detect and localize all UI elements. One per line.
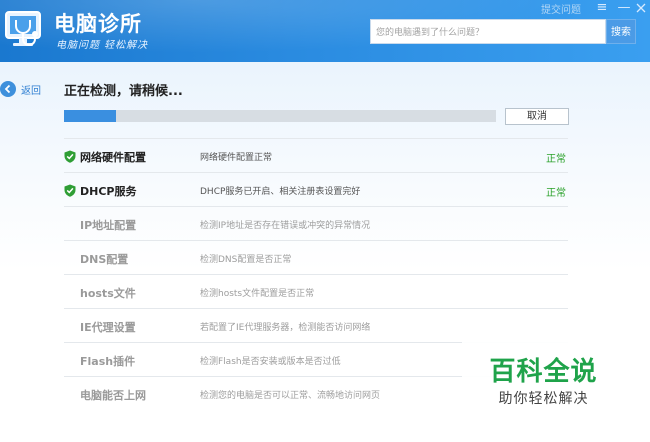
feedback-link[interactable]: 提交问题 bbox=[541, 1, 581, 16]
check-item-description: 检测DNS配置是否正常 bbox=[200, 255, 292, 265]
scan-progress-fill bbox=[64, 110, 116, 122]
back-arrow-icon bbox=[0, 81, 16, 97]
check-item-description: DHCP服务已开启、相关注册表设置完好 bbox=[200, 187, 361, 197]
menu-icon[interactable]: ≡ bbox=[595, 0, 609, 15]
check-item-description: 检测hosts文件配置是否正常 bbox=[200, 289, 315, 299]
check-item-name: 网络硬件配置 bbox=[80, 151, 146, 164]
check-item-description: 检测您的电脑是否可以正常、流畅地访问网页 bbox=[200, 391, 381, 401]
check-item-status: 正常 bbox=[546, 154, 566, 165]
search-button[interactable]: 搜索 bbox=[606, 19, 636, 44]
check-item-status: 正常 bbox=[546, 188, 566, 199]
app-subtitle: 电脑问题 轻松解决 bbox=[56, 40, 149, 51]
cancel-button[interactable]: 取消 bbox=[505, 108, 569, 125]
back-label: 返回 bbox=[21, 85, 41, 97]
scan-progress-bar bbox=[64, 110, 496, 122]
check-item-description: 检测IP地址是否存在错误或冲突的异常情况 bbox=[200, 221, 371, 231]
check-item-row: IP地址配置 检测IP地址是否存在错误或冲突的异常情况 bbox=[64, 206, 568, 240]
check-item-name: DNS配置 bbox=[80, 253, 129, 266]
search-input[interactable] bbox=[371, 21, 605, 45]
watermark-title: 百科全说 bbox=[489, 357, 598, 387]
watermark-subtitle: 助你轻松解决 bbox=[498, 391, 589, 407]
check-item-description: 检测Flash是否安装或版本是否过低 bbox=[200, 357, 341, 367]
title-bar: 电脑诊所 电脑问题 轻松解决 提交问题 ≡ — 搜索 bbox=[0, 0, 650, 62]
check-item-row: hosts文件 检测hosts文件配置是否正常 bbox=[64, 274, 568, 308]
shield-check-icon bbox=[64, 150, 76, 163]
check-item-name: hosts文件 bbox=[80, 287, 136, 300]
search-box bbox=[370, 19, 606, 45]
check-item-row: DHCP服务 DHCP服务已开启、相关注册表设置完好 正常 bbox=[64, 172, 568, 206]
check-item-name: IP地址配置 bbox=[80, 219, 137, 232]
app-title: 电脑诊所 bbox=[54, 12, 142, 36]
check-item-description: 网络硬件配置正常 bbox=[200, 153, 273, 163]
check-item-row: DNS配置 检测DNS配置是否正常 bbox=[64, 240, 568, 274]
check-item-name: 电脑能否上网 bbox=[80, 389, 146, 402]
check-item-name: DHCP服务 bbox=[80, 185, 137, 198]
check-item-description: 若配置了IE代理服务器，检测能否访问网络 bbox=[200, 323, 371, 333]
monitor-stethoscope-icon bbox=[5, 11, 41, 46]
check-item-row: 网络硬件配置 网络硬件配置正常 正常 bbox=[64, 138, 568, 172]
check-item-name: IE代理设置 bbox=[80, 321, 136, 334]
shield-check-icon bbox=[64, 184, 76, 197]
minimize-icon[interactable]: — bbox=[617, 0, 631, 15]
watermark: 百科全说 助你轻松解决 bbox=[462, 339, 625, 418]
back-button[interactable]: 返回 bbox=[0, 78, 41, 100]
scan-status-title: 正在检测，请稍候... bbox=[64, 84, 183, 99]
check-item-name: Flash插件 bbox=[80, 355, 136, 368]
close-icon[interactable] bbox=[636, 3, 646, 13]
check-item-row: IE代理设置 若配置了IE代理服务器，检测能否访问网络 bbox=[64, 308, 568, 342]
